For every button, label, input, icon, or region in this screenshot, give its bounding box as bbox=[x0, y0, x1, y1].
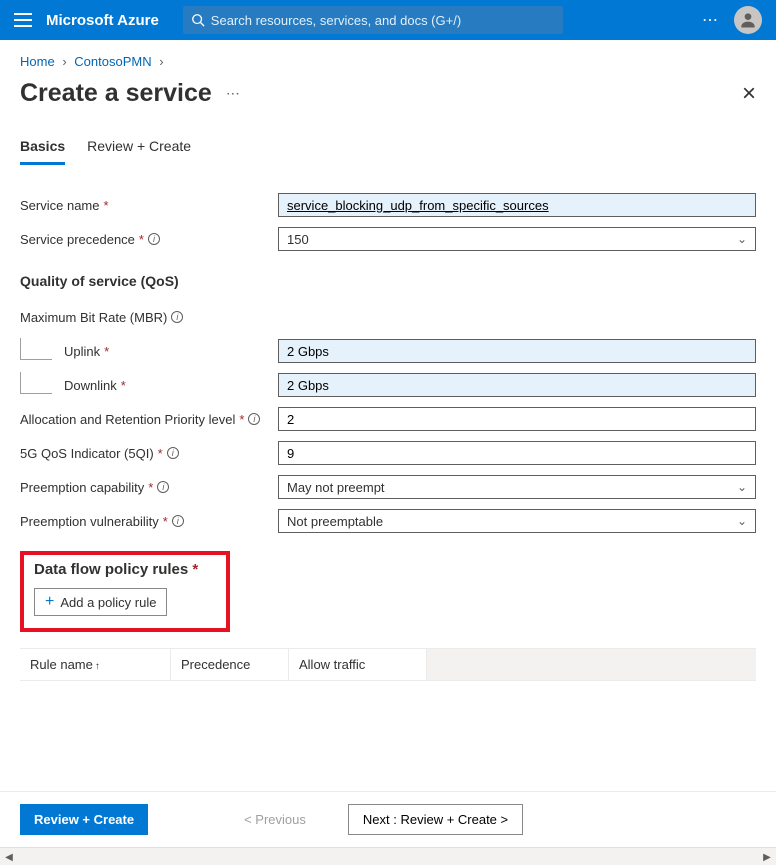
search-input[interactable] bbox=[211, 13, 555, 28]
avatar[interactable] bbox=[734, 6, 762, 34]
review-create-button[interactable]: Review + Create bbox=[20, 804, 148, 835]
policy-rules-heading: Data flow policy rules * bbox=[34, 561, 216, 578]
info-icon[interactable]: i bbox=[148, 233, 160, 245]
info-icon[interactable]: i bbox=[167, 447, 179, 459]
service-precedence-label: Service precedence* i bbox=[20, 232, 278, 247]
policy-rules-highlight: Data flow policy rules * + Add a policy … bbox=[20, 551, 230, 632]
info-icon[interactable]: i bbox=[172, 515, 184, 527]
footer: Review + Create < Previous Next : Review… bbox=[0, 791, 776, 847]
chevron-right-icon: › bbox=[62, 54, 66, 69]
tab-review-create[interactable]: Review + Create bbox=[87, 132, 191, 165]
info-icon[interactable]: i bbox=[248, 413, 260, 425]
fiveqi-input[interactable] bbox=[278, 441, 756, 465]
col-allow-traffic[interactable]: Allow traffic bbox=[288, 648, 426, 681]
uplink-label: Uplink* bbox=[20, 338, 278, 364]
preempt-cap-label: Preemption capability* i bbox=[20, 480, 278, 495]
sort-asc-icon: ↑ bbox=[95, 661, 100, 672]
previous-button: < Previous bbox=[230, 804, 320, 835]
tab-basics[interactable]: Basics bbox=[20, 132, 65, 165]
col-blank bbox=[426, 648, 756, 681]
breadcrumb-home[interactable]: Home bbox=[20, 54, 55, 69]
search-bar[interactable] bbox=[183, 6, 563, 34]
breadcrumb: Home › ContosoPMN › bbox=[0, 40, 776, 75]
info-icon[interactable]: i bbox=[157, 481, 169, 493]
service-name-label: Service name* bbox=[20, 198, 278, 213]
chevron-right-icon: › bbox=[159, 54, 163, 69]
title-row: Create a service ⋯ × bbox=[0, 75, 776, 132]
hamburger-icon[interactable] bbox=[14, 13, 32, 27]
person-icon bbox=[738, 10, 758, 30]
arp-input[interactable] bbox=[278, 407, 756, 431]
info-icon[interactable]: i bbox=[171, 311, 183, 323]
search-icon bbox=[191, 13, 205, 27]
downlink-label: Downlink* bbox=[20, 372, 278, 398]
brand-label: Microsoft Azure bbox=[46, 12, 159, 29]
next-button[interactable]: Next : Review + Create > bbox=[348, 804, 523, 835]
downlink-input[interactable] bbox=[278, 373, 756, 397]
col-precedence[interactable]: Precedence bbox=[170, 648, 288, 681]
add-policy-rule-button[interactable]: + Add a policy rule bbox=[34, 588, 167, 616]
mbr-label: Maximum Bit Rate (MBR) i bbox=[20, 310, 278, 325]
chevron-down-icon: ⌄ bbox=[737, 480, 747, 494]
form: Service name* Service precedence* i 150⌄… bbox=[0, 165, 776, 791]
close-icon[interactable]: × bbox=[742, 82, 756, 106]
qos-heading: Quality of service (QoS) bbox=[20, 273, 756, 289]
chevron-down-icon: ⌄ bbox=[737, 232, 747, 246]
horizontal-scrollbar[interactable]: ◀ ▶ bbox=[0, 847, 776, 865]
plus-icon: + bbox=[45, 594, 54, 610]
service-name-input[interactable] bbox=[278, 193, 756, 217]
tabs: Basics Review + Create bbox=[0, 132, 776, 165]
preempt-cap-select[interactable]: May not preempt⌄ bbox=[278, 475, 756, 499]
policy-rules-table: Rule name↑ Precedence Allow traffic bbox=[20, 648, 756, 681]
col-rule-name[interactable]: Rule name↑ bbox=[20, 648, 170, 681]
title-more-icon[interactable]: ⋯ bbox=[226, 85, 241, 102]
breadcrumb-contosopmn[interactable]: ContosoPMN bbox=[74, 54, 151, 69]
header-more-icon[interactable]: ⋯ bbox=[702, 10, 720, 30]
arp-label: Allocation and Retention Priority level*… bbox=[20, 412, 278, 427]
preempt-vul-label: Preemption vulnerability* i bbox=[20, 514, 278, 529]
service-precedence-select[interactable]: 150⌄ bbox=[278, 227, 756, 251]
uplink-input[interactable] bbox=[278, 339, 756, 363]
page-title: Create a service bbox=[20, 79, 212, 108]
top-header: Microsoft Azure ⋯ bbox=[0, 0, 776, 40]
preempt-vul-select[interactable]: Not preemptable⌄ bbox=[278, 509, 756, 533]
chevron-down-icon: ⌄ bbox=[737, 514, 747, 528]
fiveqi-label: 5G QoS Indicator (5QI)* i bbox=[20, 446, 278, 461]
